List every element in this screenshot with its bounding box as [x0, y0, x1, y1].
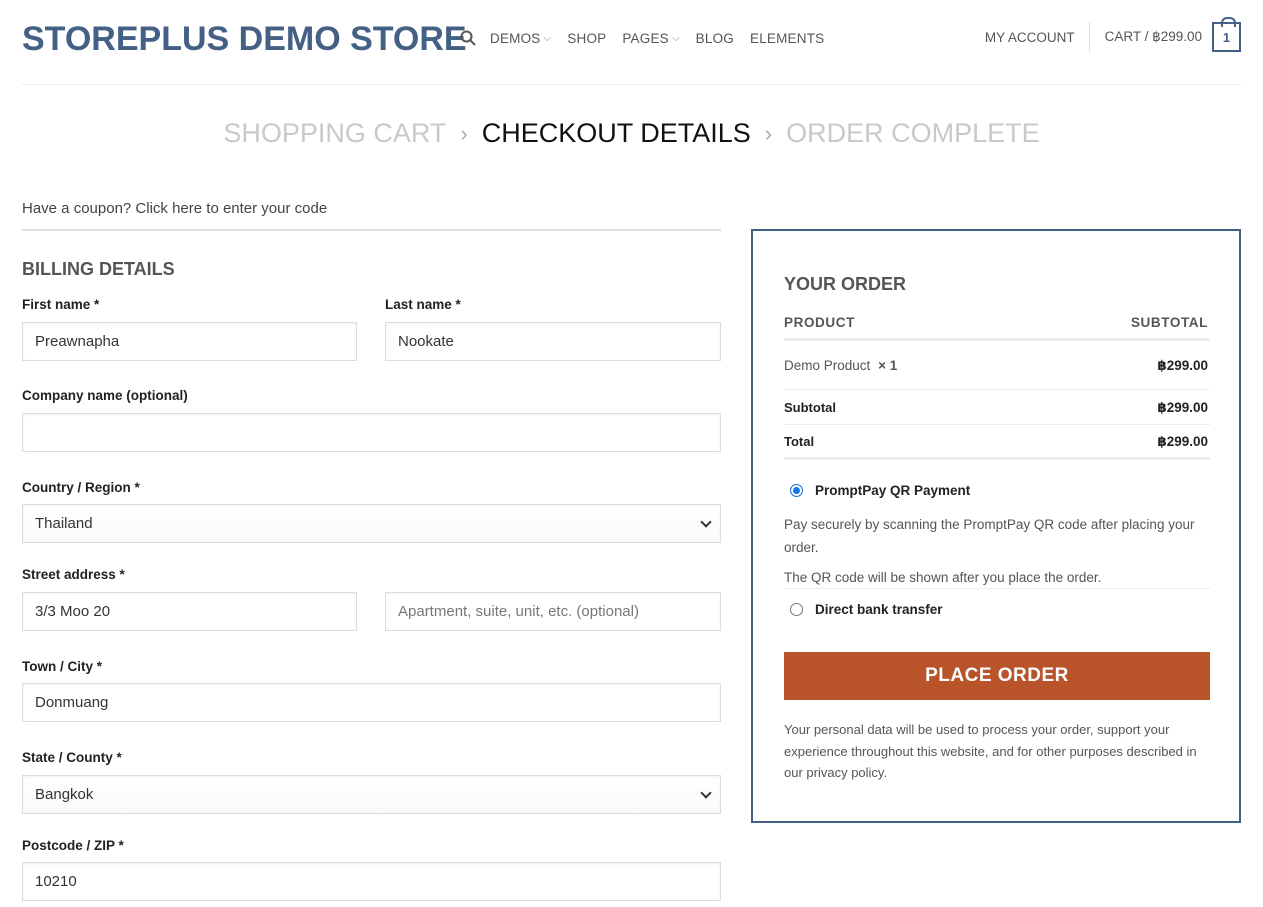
- state-label: State / County *: [22, 750, 122, 765]
- nav-pages-label: PAGES: [622, 30, 669, 46]
- privacy-notice: Your personal data will be used to proce…: [784, 722, 1197, 780]
- chevron-right-icon: ›: [460, 120, 468, 146]
- promptpay-description: Pay securely by scanning the PromptPay Q…: [784, 517, 1195, 555]
- chevron-down-icon: [700, 516, 712, 528]
- nav-blog-label: BLOG: [695, 30, 734, 46]
- nav-demos-label: DEMOS: [490, 30, 541, 46]
- street-address-field[interactable]: 3/3 Moo 20: [22, 592, 357, 631]
- item-name-text: Demo Product: [784, 358, 871, 373]
- checkout-steps: SHOPPING CART › CHECKOUT DETAILS › ORDER…: [0, 118, 1263, 149]
- last-name-label: Last name *: [385, 297, 461, 312]
- company-label: Company name (optional): [22, 388, 188, 403]
- city-field[interactable]: Donmuang: [22, 683, 721, 722]
- item-name: Demo Product × 1: [784, 358, 897, 373]
- total-label: Total: [784, 434, 815, 449]
- header-rule: [784, 338, 1210, 341]
- state-value: Bangkok: [35, 786, 94, 803]
- country-select[interactable]: Thailand: [22, 504, 721, 543]
- header-divider: [22, 84, 1241, 85]
- state-select[interactable]: Bangkok: [22, 775, 721, 814]
- item-price: ฿299.00: [1157, 358, 1208, 373]
- country-label: Country / Region *: [22, 480, 140, 495]
- nav-divider: [1088, 22, 1090, 52]
- nav-elements[interactable]: ELEMENTS: [750, 31, 824, 46]
- city-label: Town / City *: [22, 659, 102, 674]
- chevron-down-icon: [700, 787, 712, 799]
- postcode-field[interactable]: 10210: [22, 862, 721, 901]
- first-name-field[interactable]: Preawnapha: [22, 322, 357, 361]
- promptpay-note: The QR code will be shown after you plac…: [784, 570, 1102, 585]
- bank-transfer-label[interactable]: Direct bank transfer: [815, 602, 943, 617]
- apartment-field[interactable]: Apartment, suite, unit, etc. (optional): [385, 592, 721, 631]
- nav-pages[interactable]: PAGES ⌵: [622, 31, 679, 46]
- site-header: STOREPLUS DEMO STORE DEMOS ⌵ SHOP PAGES ⌵ …: [0, 0, 1263, 85]
- order-title: YOUR ORDER: [784, 274, 907, 294]
- cart-count-badge[interactable]: 1: [1212, 17, 1241, 52]
- col-subtotal-header: SUBTOTAL: [1130, 315, 1208, 330]
- postcode-label: Postcode / ZIP *: [22, 838, 124, 853]
- account-nav: MY ACCOUNT CART / ฿299.00 1: [985, 17, 1241, 52]
- subtotal-label: Subtotal: [784, 400, 836, 415]
- subtotal-rule: [784, 424, 1210, 425]
- bank-transfer-radio[interactable]: [790, 603, 803, 616]
- nav-elements-label: ELEMENTS: [750, 30, 825, 46]
- my-account-link[interactable]: MY ACCOUNT: [985, 30, 1075, 45]
- street-label: Street address *: [22, 567, 125, 582]
- total-rule: [784, 457, 1210, 460]
- payment-rule: [784, 588, 1210, 589]
- promptpay-label[interactable]: PromptPay QR Payment: [815, 483, 970, 498]
- item-qty: × 1: [878, 358, 898, 373]
- last-name-field[interactable]: Nookate: [385, 322, 721, 361]
- nav-demos[interactable]: DEMOS ⌵: [490, 31, 551, 46]
- cart-link[interactable]: CART / ฿299.00: [1105, 29, 1202, 45]
- chevron-down-icon: ⌵: [671, 32, 680, 44]
- main-nav: DEMOS ⌵ SHOP PAGES ⌵ BLOG ELEMENTS: [460, 30, 840, 46]
- coupon-toggle[interactable]: Have a coupon? Click here to enter your …: [22, 200, 327, 217]
- country-value: Thailand: [35, 515, 93, 532]
- subtotal-value: ฿299.00: [1157, 400, 1208, 415]
- col-product-header: PRODUCT: [784, 315, 855, 330]
- search-icon[interactable]: [460, 30, 476, 46]
- chevron-right-icon: ›: [764, 120, 773, 146]
- company-field[interactable]: [22, 413, 721, 452]
- step-shopping-cart[interactable]: SHOPPING CART: [223, 118, 446, 149]
- total-value: ฿299.00: [1157, 434, 1208, 449]
- place-order-button[interactable]: PLACE ORDER: [784, 652, 1210, 700]
- order-review: YOUR ORDER PRODUCT SUBTOTAL Demo Product…: [751, 229, 1241, 823]
- site-logo[interactable]: STOREPLUS DEMO STORE: [22, 20, 467, 59]
- chevron-down-icon: ⌵: [543, 32, 552, 44]
- step-checkout-details[interactable]: CHECKOUT DETAILS: [482, 118, 751, 149]
- nav-blog[interactable]: BLOG: [696, 31, 734, 46]
- coupon-divider: [22, 229, 721, 231]
- promptpay-radio[interactable]: [790, 484, 803, 497]
- billing-title: BILLING DETAILS: [22, 259, 175, 279]
- step-order-complete: ORDER COMPLETE: [786, 118, 1040, 148]
- first-name-label: First name *: [22, 297, 100, 312]
- item-rule: [784, 389, 1210, 390]
- nav-shop[interactable]: SHOP: [567, 31, 606, 46]
- nav-shop-label: SHOP: [567, 30, 607, 46]
